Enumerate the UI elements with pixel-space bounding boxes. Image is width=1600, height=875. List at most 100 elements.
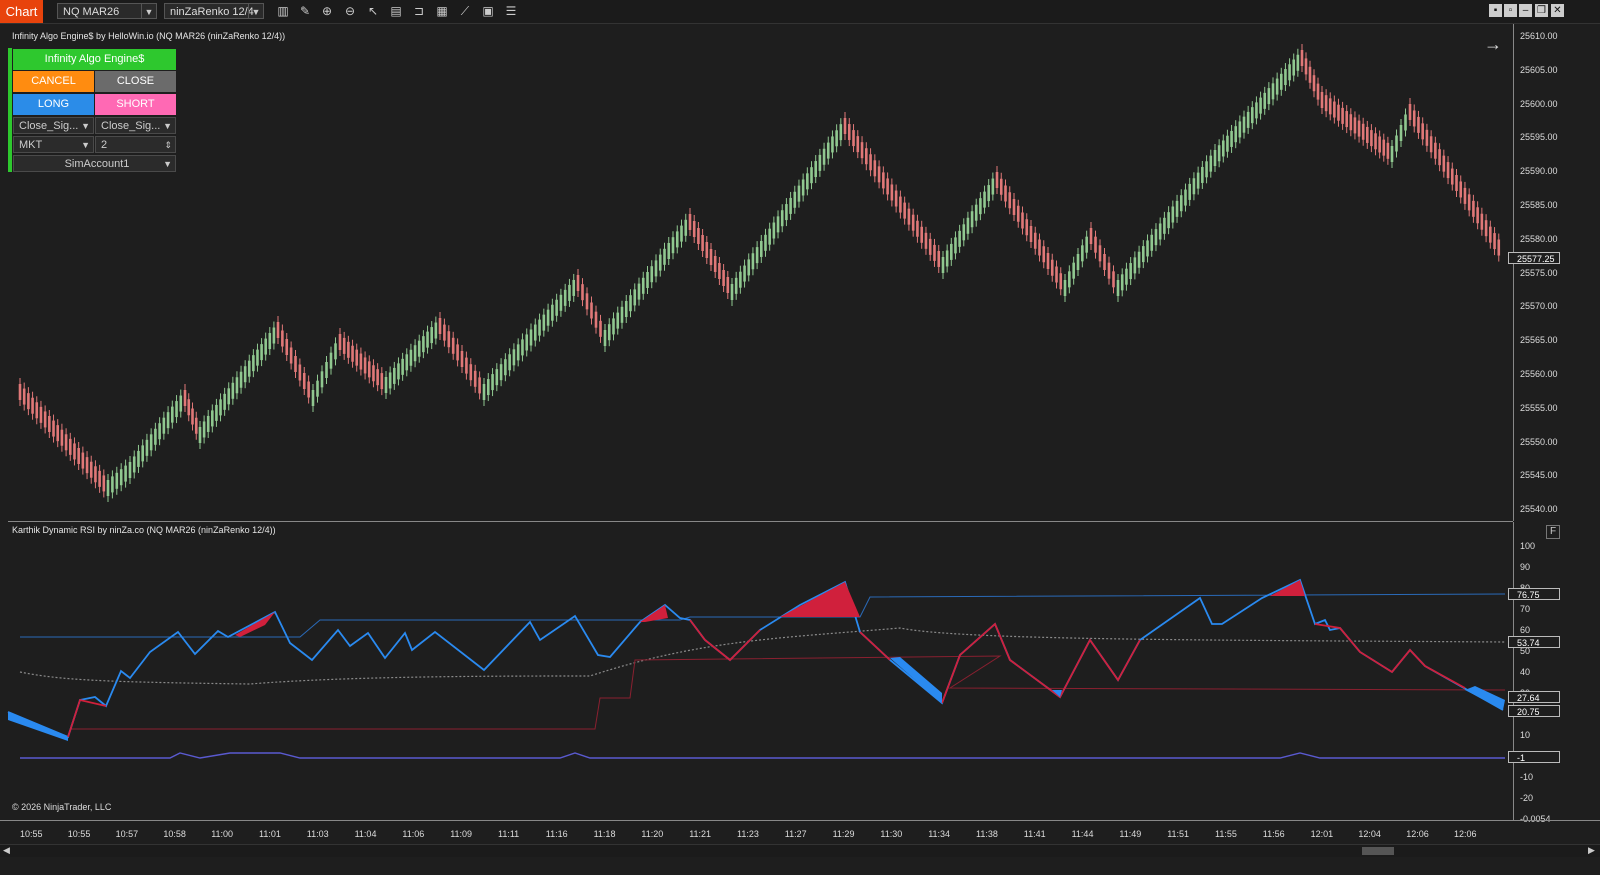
instrument-selector[interactable]: NQ MAR26 ▼	[57, 3, 157, 19]
short-button[interactable]: SHORT	[95, 94, 176, 115]
rsi-flag-lower: 27.64	[1508, 691, 1560, 703]
price-tick: 25570.00	[1520, 301, 1558, 312]
control-panel-accent	[8, 48, 12, 172]
time-tick: 11:29	[832, 829, 855, 839]
chevron-down-icon[interactable]: ▼	[141, 4, 156, 18]
time-tick: 11:49	[1119, 829, 1142, 839]
horizontal-scrollbar[interactable]: ◀ ▶	[0, 844, 1600, 857]
time-tick: 11:20	[641, 829, 664, 839]
chevron-down-icon[interactable]: ▼	[248, 4, 263, 18]
rsi-tick: -20	[1520, 793, 1534, 803]
time-tick: 12:06	[1406, 829, 1429, 839]
time-tick: 11:06	[402, 829, 425, 839]
chevron-down-icon[interactable]: ▼	[81, 118, 90, 134]
tile-alt-icon[interactable]: ▫	[1504, 4, 1517, 17]
time-tick: 10:58	[163, 829, 186, 839]
price-tick: 25595.00	[1520, 132, 1558, 143]
restore-icon[interactable]: ❐	[1535, 4, 1548, 17]
time-tick: 11:03	[306, 829, 329, 839]
price-tick: 25580.00	[1520, 233, 1558, 244]
scroll-left-icon[interactable]: ◀	[3, 845, 10, 856]
price-tick: 25575.00	[1520, 267, 1558, 278]
price-tick: 25555.00	[1520, 402, 1558, 413]
time-tick: 11:11	[498, 829, 520, 839]
price-panel[interactable]	[8, 24, 1513, 521]
time-tick: 11:44	[1071, 829, 1094, 839]
time-tick: 11:41	[1023, 829, 1046, 839]
zoom-out-icon[interactable]: ⊖	[341, 3, 359, 19]
instrument-label: NQ MAR26	[63, 6, 120, 18]
rsi-tick: 70	[1520, 604, 1531, 614]
control-panel-header[interactable]: Infinity Algo Engine$	[13, 49, 176, 70]
time-axis-line	[0, 820, 1600, 821]
rsi-panel-title: Karthik Dynamic RSI by ninZa.co (NQ MAR2…	[12, 525, 276, 535]
price-tick: 25540.00	[1520, 504, 1558, 515]
rsi-tick: 90	[1520, 562, 1531, 572]
bars-icon[interactable]: ▥	[274, 3, 292, 19]
rsi-flag-upper: 76.75	[1508, 588, 1560, 600]
price-tick: 25590.00	[1520, 166, 1558, 177]
bar-type-selector[interactable]: ninZaRenko 12/4 ▼	[164, 3, 264, 19]
stepper-arrows-icon[interactable]: ⇕	[164, 137, 172, 153]
tile-icon[interactable]: ▪	[1489, 4, 1502, 17]
price-tick: 25560.00	[1520, 369, 1558, 379]
long-button[interactable]: LONG	[13, 94, 94, 115]
last-price-flag: 25577.25	[1508, 252, 1560, 264]
scrollbar-thumb[interactable]	[1362, 847, 1394, 855]
template-icon[interactable]: ⊐	[410, 3, 428, 19]
bar-type-label: ninZaRenko 12/4	[170, 6, 254, 18]
chart-tab[interactable]: Chart	[0, 0, 43, 23]
order-type-select[interactable]: MKT ▼	[13, 136, 94, 153]
rsi-flag-baseline: -1	[1508, 751, 1560, 763]
time-tick: 11:09	[450, 829, 473, 839]
chevron-down-icon[interactable]: ▼	[163, 118, 172, 134]
rsi-flag-mid: 53.74	[1508, 636, 1560, 648]
price-tick: 25610.00	[1520, 31, 1558, 41]
close-signal-right-select[interactable]: Close_Sig... ▼	[95, 117, 176, 134]
chevron-down-icon[interactable]: ▼	[81, 137, 90, 153]
strategies-icon[interactable]: ⟋	[456, 3, 474, 19]
pointer-icon[interactable]: ↖	[364, 3, 382, 19]
time-tick: 12:04	[1358, 829, 1381, 839]
list-icon[interactable]: ☰	[502, 3, 520, 19]
f-button[interactable]: F	[1546, 525, 1560, 539]
time-tick: 10:55	[20, 829, 43, 839]
data-box-icon[interactable]: ▦	[433, 3, 451, 19]
price-tick: 25605.00	[1520, 64, 1558, 75]
rsi-panel[interactable]	[8, 522, 1513, 820]
order-type-value: MKT	[19, 139, 43, 151]
properties-icon[interactable]: ▤	[387, 3, 405, 19]
price-tick: 25600.00	[1520, 98, 1558, 109]
time-tick: 11:18	[593, 829, 616, 839]
calculator-icon[interactable]: ▣	[479, 3, 497, 19]
time-tick: 11:56	[1262, 829, 1285, 839]
time-tick: 11:38	[976, 829, 998, 839]
quantity-stepper[interactable]: 2 ⇕	[95, 136, 176, 153]
close-icon[interactable]: ✕	[1551, 4, 1564, 17]
chevron-down-icon[interactable]: ▼	[163, 156, 172, 172]
minimize-icon[interactable]: –	[1519, 4, 1532, 17]
scroll-right-icon[interactable]: ▶	[1588, 845, 1595, 856]
time-tick: 10:55	[67, 829, 91, 839]
rsi-tick: -10	[1520, 772, 1534, 782]
close-signal-left-select[interactable]: Close_Sig... ▼	[13, 117, 94, 134]
rsi-tick: 60	[1520, 625, 1531, 635]
zoom-in-icon[interactable]: ⊕	[318, 3, 336, 19]
pencil-icon[interactable]: ✎	[296, 3, 314, 19]
time-tick: 11:16	[545, 829, 568, 839]
cancel-button[interactable]: CANCEL	[13, 71, 94, 92]
copyright-text: © 2026 NinjaTrader, LLC	[12, 802, 112, 812]
time-tick: 11:00	[211, 829, 234, 839]
time-tick: 11:30	[880, 829, 903, 839]
time-tick: 12:01	[1310, 829, 1334, 839]
time-tick: 11:23	[737, 829, 759, 839]
time-tick: 11:21	[689, 829, 712, 839]
time-tick: 10:57	[115, 829, 139, 839]
time-tick: 12:06	[1454, 829, 1477, 839]
arrow-right-icon[interactable]: →	[1484, 34, 1502, 55]
close-button[interactable]: CLOSE	[95, 71, 176, 92]
rsi-tick: 40	[1520, 667, 1531, 677]
close-signal-left-value: Close_Sig...	[19, 120, 79, 132]
rsi-tick: -0.0054	[1520, 814, 1551, 824]
account-select[interactable]: SimAccount1 ▼	[13, 155, 176, 172]
